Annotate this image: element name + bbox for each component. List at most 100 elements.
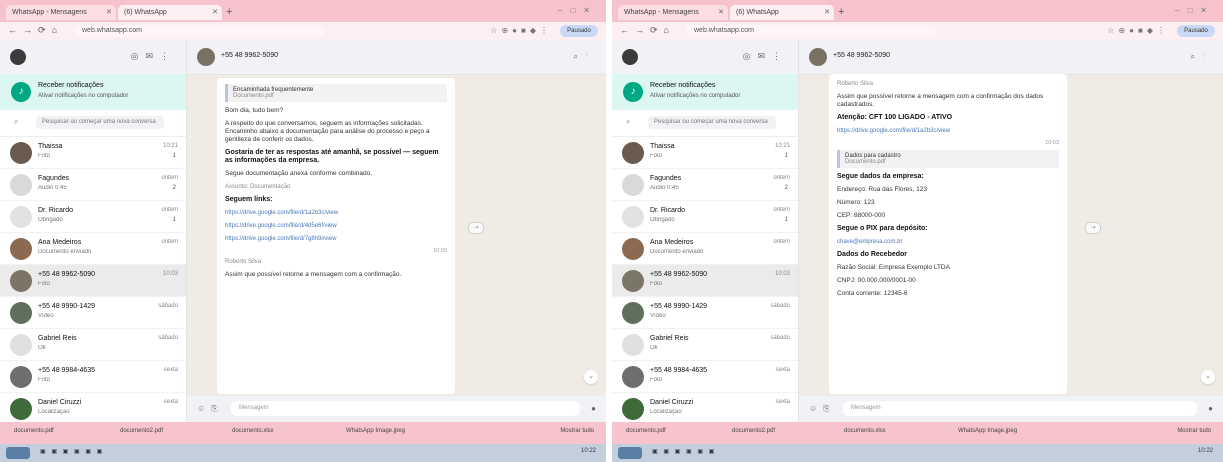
avatar[interactable] [622,334,644,356]
browser-tab[interactable]: WhatsApp - Mensagens ✕ [6,5,116,20]
header-icons[interactable]: ⌕⋮ [1191,52,1213,62]
avatar[interactable] [197,48,215,66]
avatar[interactable] [10,398,32,420]
message-bubble[interactable]: Roberto Silva Assim que possível retorne… [829,74,1067,394]
extension-icons[interactable]: ☆⊕●■◆⋮ [490,26,552,35]
start-button[interactable] [618,447,642,459]
notification-banner[interactable]: ♪ Receber notificações Ativar notificaçõ… [612,74,798,110]
message-input[interactable]: Mensagem [843,401,1197,416]
close-icon[interactable]: ✕ [106,5,112,20]
avatar[interactable] [10,174,32,196]
quoted-message[interactable]: Encaminhada frequentemente Documento.pdf [225,84,447,102]
avatar[interactable] [10,302,32,324]
avatar[interactable] [622,49,638,65]
new-tab-icon[interactable]: + [226,5,232,19]
download-item[interactable]: WhatsApp Image.jpeg [346,428,405,434]
new-tab-icon[interactable]: + [838,5,844,19]
avatar[interactable] [10,238,32,260]
show-all-downloads[interactable]: Mostrar tudo [1177,428,1211,434]
chat-list-item[interactable]: Ana Medeiros Documento enviado ontem [0,233,186,265]
chat-list-item[interactable]: +55 48 9984-4635 Foto sexta [0,361,186,393]
sidebar-menu-icons[interactable]: ◎✉⋮ [131,51,176,62]
nav-buttons[interactable]: ←→⟳⌂ [8,25,63,36]
browser-tab[interactable]: WhatsApp - Mensagens ✕ [618,5,728,20]
avatar[interactable] [622,206,644,228]
quoted-message[interactable]: Dados para cadastro Documento.pdf [837,150,1059,168]
message-input[interactable]: Mensagem [231,401,580,416]
avatar[interactable] [10,366,32,388]
message-link[interactable]: https://drive.google.com/file/d/1a2b3c/v… [225,209,447,217]
scroll-down-icon[interactable]: ⌄ [1201,370,1215,384]
chat-list-item[interactable]: Daniel Ciruzzi Localização sexta [612,393,798,422]
download-item[interactable]: documento2.pdf [732,428,775,434]
chat-list-item[interactable]: Gabriel Reis Ok sábado [612,329,798,361]
taskbar-items[interactable]: ▣ ▣ ▣ ▣ ▣ ▣ [40,448,104,455]
chat-list-item[interactable]: Daniel Ciruzzi Localização sexta [0,393,186,422]
chat-list-item[interactable]: +55 48 9990-1429 Vídeo sábado [0,297,186,329]
avatar[interactable] [10,334,32,356]
header-icons[interactable]: ⌕⋮ [574,52,596,62]
avatar[interactable] [10,270,32,292]
avatar[interactable] [622,174,644,196]
chat-list-item[interactable]: Dr. Ricardo Obrigado ontem 1 [0,201,186,233]
message-link[interactable]: https://drive.google.com/file/d/4d5e6f/v… [225,222,447,230]
avatar[interactable] [622,270,644,292]
download-item[interactable]: documento2.pdf [120,428,163,434]
download-item[interactable]: WhatsApp Image.jpeg [958,428,1017,434]
avatar[interactable] [622,398,644,420]
message-link[interactable]: https://drive.google.com/file/d/7g8h9i/v… [225,235,447,243]
window-controls[interactable]: –□✕ [1175,6,1215,15]
chat-list-item[interactable]: Dr. Ricardo Obrigado ontem 1 [612,201,798,233]
avatar[interactable] [809,48,827,66]
url-input[interactable]: web.whatsapp.com [686,25,936,37]
notification-subtitle[interactable]: Ativar notificações no computador [650,93,740,99]
contact-name[interactable]: +55 48 9962-5090 [833,52,890,59]
profile-chip[interactable]: Pausado [1177,25,1215,37]
avatar[interactable] [622,366,644,388]
notification-subtitle[interactable]: Ativar notificações no computador [38,93,128,99]
avatar[interactable] [10,49,26,65]
chat-list-item[interactable]: +55 48 9990-1429 Vídeo sábado [612,297,798,329]
mic-icon[interactable]: ● [591,404,596,413]
avatar[interactable] [10,142,32,164]
taskbar-items[interactable]: ▣ ▣ ▣ ▣ ▣ ▣ [652,448,716,455]
notification-banner[interactable]: ♪ Receber notificações Ativar notificaçõ… [0,74,186,110]
message-link[interactable]: chave@empresa.com.br [837,238,1059,246]
search-icon[interactable]: ⌕ [626,117,630,127]
chat-list-item[interactable]: Gabriel Reis Ok sábado [0,329,186,361]
avatar[interactable] [622,142,644,164]
extension-icons[interactable]: ☆⊕●■◆⋮ [1107,26,1169,35]
download-item[interactable]: documento.pdf [626,428,666,434]
close-icon[interactable]: ✕ [212,5,218,20]
forward-icon[interactable]: ⇢ [1085,222,1101,234]
download-item[interactable]: documento.xlsx [232,428,274,434]
search-input[interactable]: Pesquisar ou começar uma nova conversa [648,116,776,129]
browser-tab-active[interactable]: (6) WhatsApp ✕ [730,5,834,20]
nav-buttons[interactable]: ←→⟳⌂ [620,25,675,36]
close-icon[interactable]: ✕ [718,5,724,20]
search-input[interactable]: Pesquisar ou começar uma nova conversa [36,116,164,129]
scroll-down-icon[interactable]: ⌄ [584,370,598,384]
chat-list-item[interactable]: Fagundes Áudio 0:45 ontem 2 [0,169,186,201]
start-button[interactable] [6,447,30,459]
browser-tab-active[interactable]: (6) WhatsApp ✕ [118,5,222,20]
show-all-downloads[interactable]: Mostrar tudo [560,428,594,434]
attach-icons[interactable]: ☺⎘ [809,404,836,414]
avatar[interactable] [622,302,644,324]
conversation-header[interactable]: +55 48 9962-5090 ⌕⋮ [799,40,1223,75]
profile-chip[interactable]: Pausado [560,25,598,37]
url-input[interactable]: web.whatsapp.com [74,25,324,37]
forward-icon[interactable]: ⇢ [468,222,484,234]
contact-name[interactable]: +55 48 9962-5090 [221,52,278,59]
search-icon[interactable]: ⌕ [14,117,18,127]
sidebar-menu-icons[interactable]: ◎✉⋮ [743,51,788,62]
chat-list-item[interactable]: Thaissa Foto 10:21 1 [612,137,798,169]
close-icon[interactable]: ✕ [824,5,830,20]
chat-list-item[interactable]: +55 48 9962-5090 Foto 10:03 [0,265,186,297]
chat-list-item[interactable]: +55 48 9984-4635 Foto sexta [612,361,798,393]
attach-icons[interactable]: ☺⎘ [197,404,224,414]
avatar[interactable] [622,238,644,260]
download-item[interactable]: documento.pdf [14,428,54,434]
chat-list-item[interactable]: Ana Medeiros Documento enviado ontem [612,233,798,265]
window-controls[interactable]: –□✕ [558,6,598,15]
